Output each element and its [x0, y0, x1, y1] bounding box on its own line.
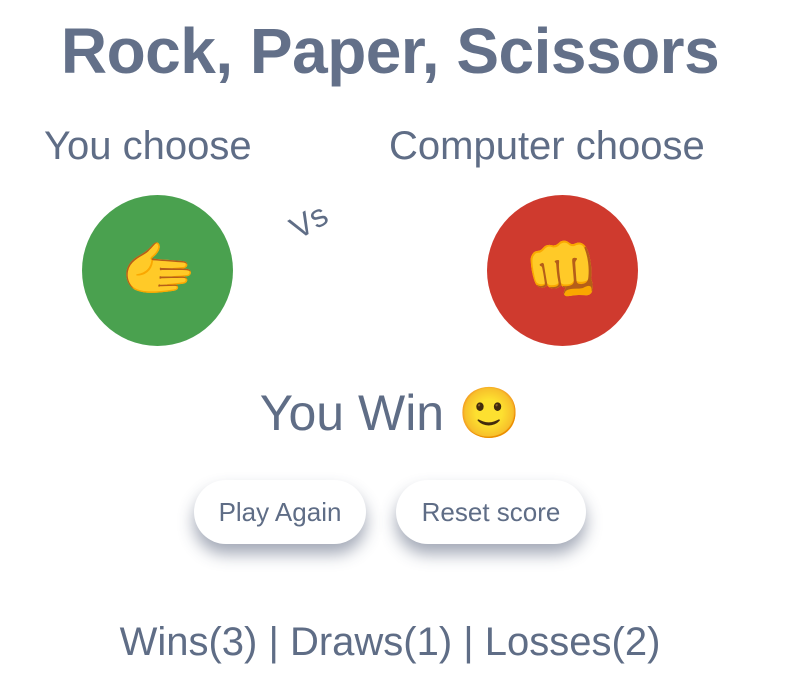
- paper-hand-icon: ✋: [123, 231, 193, 310]
- player-choice-circle: ✋: [82, 195, 233, 346]
- player-choice-label: You choose: [44, 124, 252, 168]
- reset-score-button[interactable]: Reset score: [396, 480, 586, 544]
- play-again-button[interactable]: Play Again: [194, 480, 366, 544]
- result-text: You Win 🙂: [259, 385, 521, 441]
- computer-choice-circle: 👊: [487, 195, 638, 346]
- vs-label: Vs: [283, 196, 334, 247]
- score-summary: Wins(3) | Draws(1) | Losses(2): [119, 620, 661, 664]
- rock-fist-icon: 👊: [523, 235, 602, 305]
- page-title: Rock, Paper, Scissors: [60, 15, 720, 87]
- computer-choice-label: Computer choose: [389, 124, 705, 168]
